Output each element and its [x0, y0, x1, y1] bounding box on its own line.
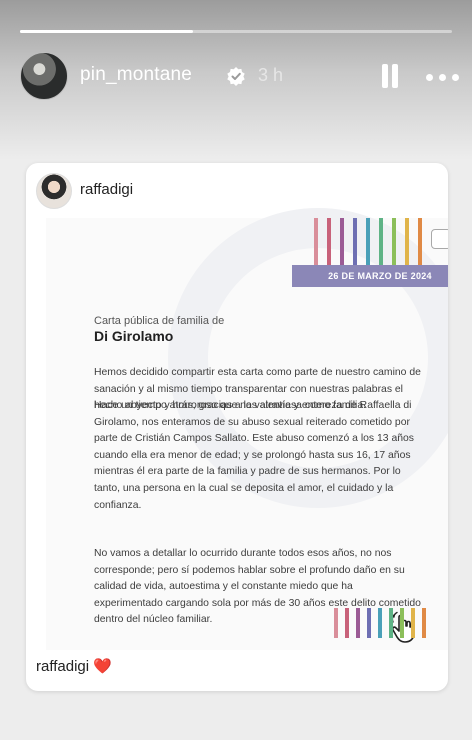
- stripe: [366, 218, 370, 266]
- stripe: [379, 218, 383, 266]
- post-caption: raffadigi ❤️: [36, 657, 112, 675]
- shared-post-card[interactable]: raffadigi 26 DE MARZO DE 2024 Carta públ…: [26, 163, 448, 691]
- story-progress-fill: [20, 30, 193, 33]
- stripe: [405, 218, 409, 266]
- stripe: [356, 608, 360, 638]
- stripe: [345, 608, 349, 638]
- story-username[interactable]: pin_montane: [80, 64, 192, 86]
- heart-icon: ❤️: [93, 658, 112, 675]
- stripe: [418, 218, 422, 266]
- stripe: [422, 608, 426, 638]
- caption-username[interactable]: raffadigi: [36, 658, 89, 675]
- stripe: [327, 218, 331, 266]
- stripe: [367, 608, 371, 638]
- rainbow-stripes-top: [314, 218, 434, 266]
- post-username[interactable]: raffadigi: [80, 181, 133, 198]
- stripe: [400, 608, 404, 638]
- letter-family-name: Di Girolamo: [94, 328, 174, 344]
- story-time: 3 h: [258, 65, 284, 85]
- stripe: [353, 218, 357, 266]
- pause-icon[interactable]: [380, 64, 400, 88]
- verified-badge-icon: [227, 67, 245, 86]
- post-avatar[interactable]: [36, 173, 72, 209]
- letter-paragraph-2: Hace un tiempo atrás, gracias a la valen…: [94, 400, 414, 511]
- more-options-icon[interactable]: [426, 74, 460, 81]
- checkbox-icon: [431, 229, 448, 249]
- stripe: [314, 218, 318, 266]
- story-header: pin_montane 3 h: [20, 52, 459, 100]
- stripe: [411, 608, 415, 638]
- story-avatar[interactable]: [20, 52, 68, 100]
- rainbow-stripes-bottom: [334, 608, 434, 638]
- stripe: [340, 218, 344, 266]
- letter-subtitle: Carta pública de familia de: [94, 315, 225, 327]
- letter-date: 26 DE MARZO DE 2024: [292, 265, 448, 287]
- stripe: [389, 608, 393, 638]
- stripe: [334, 608, 338, 638]
- letter-image: 26 DE MARZO DE 2024 Carta pública de fam…: [46, 208, 448, 650]
- stripe: [378, 608, 382, 638]
- story-progress-bar: [20, 30, 452, 33]
- stripe: [392, 218, 396, 266]
